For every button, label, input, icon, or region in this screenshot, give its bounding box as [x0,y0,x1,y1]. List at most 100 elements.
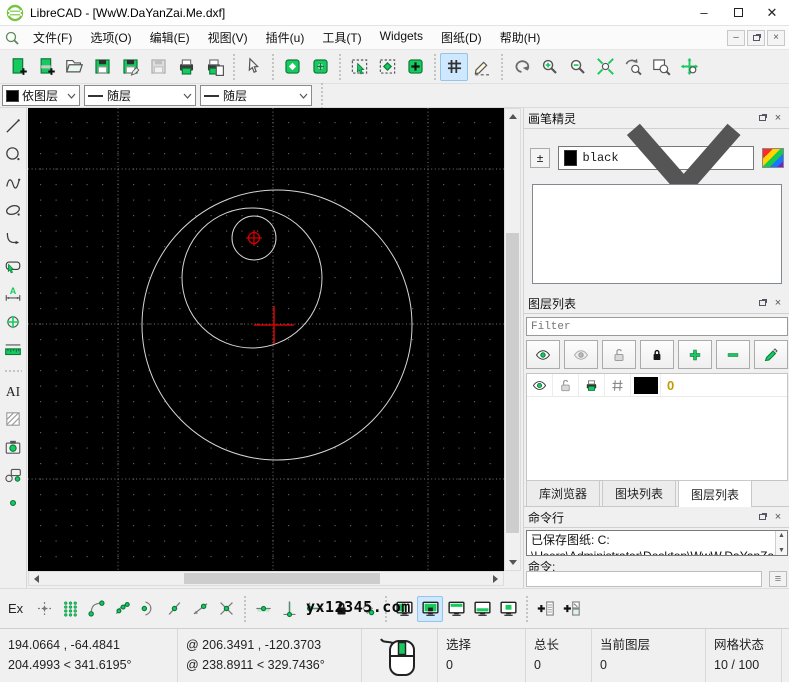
draft-mode-button[interactable] [468,53,496,81]
maximize-button[interactable] [721,0,755,25]
layer-color-swatch[interactable] [631,374,661,396]
file-save-button[interactable] [88,53,116,81]
select-all-button[interactable] [306,53,334,81]
modify-layer-button[interactable] [754,340,788,369]
command-history-scrollbar[interactable]: ▲▼ [775,531,787,555]
snap-middle-button[interactable] [161,596,187,622]
pen-color-select[interactable]: black [558,146,754,170]
show-all-layers-button[interactable] [526,340,560,369]
move-rotate-tool-button[interactable] [1,310,25,334]
select-window-button[interactable] [345,53,373,81]
spline-tool-button[interactable] [1,170,25,194]
color-picker-button[interactable] [762,148,784,168]
file-save-as-button[interactable] [116,53,144,81]
menu-9[interactable]: 帮助(H) [491,26,550,49]
zoom-out-button[interactable] [563,53,591,81]
mdi-close-button[interactable]: × [767,30,785,46]
zoom-in-button[interactable] [535,53,563,81]
mdi-restore-button[interactable] [747,30,765,46]
pen-preview-list[interactable] [532,184,782,284]
line-tool-button[interactable] [1,114,25,138]
image-tool-button[interactable] [1,435,25,459]
dock-bottom-button[interactable] [469,596,495,622]
lock-all-layers-button[interactable] [640,340,674,369]
float-panel-button[interactable] [754,111,770,125]
scroll-left-button[interactable] [29,572,44,585]
snap-endpoint-button[interactable] [83,596,109,622]
polyline-tool-button[interactable] [1,226,25,250]
menu-5[interactable]: 插件(u) [257,26,314,49]
dock-floating-button[interactable] [495,596,521,622]
line-width-select[interactable]: 随层 [84,85,196,106]
command-options-button[interactable]: ≡ [769,571,787,587]
layer-eye-open-toggle[interactable] [527,374,553,396]
scroll-down-button[interactable] [505,555,520,570]
dock-tab-active[interactable]: 图层列表 [678,480,752,507]
file-new-button[interactable] [4,53,32,81]
layer-attr-select[interactable]: 依图层 [2,85,80,106]
circle-tool-button[interactable] [1,142,25,166]
snap-center-button[interactable] [135,596,161,622]
ellipse-tool-button[interactable] [1,198,25,222]
layer-row[interactable]: 0 [527,374,787,397]
menu-7[interactable]: Widgets [371,26,432,49]
vertical-scrollbar[interactable] [504,108,521,571]
snap-distance-button[interactable] [187,596,213,622]
layer-lock-open-toggle[interactable] [553,374,579,396]
menu-4[interactable]: 视图(V) [199,26,257,49]
print-button[interactable] [172,53,200,81]
dock-tab-inactive[interactable]: 图块列表 [602,480,676,506]
file-open-button[interactable] [60,53,88,81]
add-custom-widget-button[interactable] [558,596,584,622]
float-panel-button[interactable] [754,510,770,524]
mdi-minimize-button[interactable]: – [727,30,745,46]
undo-button[interactable] [507,53,535,81]
minimize-button[interactable]: – [687,0,721,25]
dock-top-button[interactable] [443,596,469,622]
vertical-scroll-thumb[interactable] [506,233,519,533]
file-new-from-template-button[interactable] [32,53,60,81]
text-tool-button[interactable]: AI [1,379,25,403]
menu-3[interactable]: 编辑(E) [141,26,199,49]
line-type-select[interactable]: 随层 [200,85,312,106]
measure-tool-button[interactable] [1,338,25,362]
snap-entity-button[interactable] [109,596,135,622]
dimension-tool-button[interactable]: A [1,282,25,306]
dock-right-button[interactable] [417,596,443,622]
hatch-tool-button[interactable] [1,407,25,431]
zoom-window-button[interactable] [647,53,675,81]
hide-all-layers-button[interactable] [564,340,598,369]
layer-layer-print-toggle[interactable] [579,374,605,396]
select-contour-button[interactable] [401,53,429,81]
close-panel-button[interactable]: × [770,510,786,524]
command-input[interactable] [526,571,762,587]
grid-toggle-button[interactable] [440,53,468,81]
zoom-pan-button[interactable] [675,53,703,81]
add-action-toolbar-button[interactable] [532,596,558,622]
snap-free-button[interactable] [31,596,57,622]
layer-filter-input[interactable] [526,317,788,336]
selection-pointer-button[interactable] [239,53,267,81]
layer-construction-toggle[interactable] [605,374,631,396]
horizontal-scrollbar[interactable] [28,571,504,586]
pen-apply-button[interactable]: ± [530,148,550,168]
scroll-up-button[interactable] [505,109,520,124]
scroll-right-button[interactable] [488,572,503,585]
menu-2[interactable]: 选项(O) [81,26,140,49]
snap-grid-button[interactable] [57,596,83,622]
remove-layer-button[interactable] [716,340,750,369]
zoom-auto-button[interactable] [591,53,619,81]
deselect-window-button[interactable] [373,53,401,81]
float-panel-button[interactable] [754,296,770,310]
menu-6[interactable]: 工具(T) [313,26,370,49]
restrict-nothing-button[interactable] [250,596,276,622]
dock-tab-inactive[interactable]: 库浏览器 [526,480,600,506]
close-panel-button[interactable]: × [770,296,786,310]
zoom-previous-button[interactable] [619,53,647,81]
menu-1[interactable]: 文件(F) [24,26,81,49]
horizontal-scroll-thumb[interactable] [184,573,380,584]
print-preview-button[interactable] [200,53,228,81]
close-button[interactable]: ✕ [755,0,789,25]
exclusive-snap-button[interactable]: Ex [6,601,31,616]
file-save-all-button[interactable] [144,53,172,81]
